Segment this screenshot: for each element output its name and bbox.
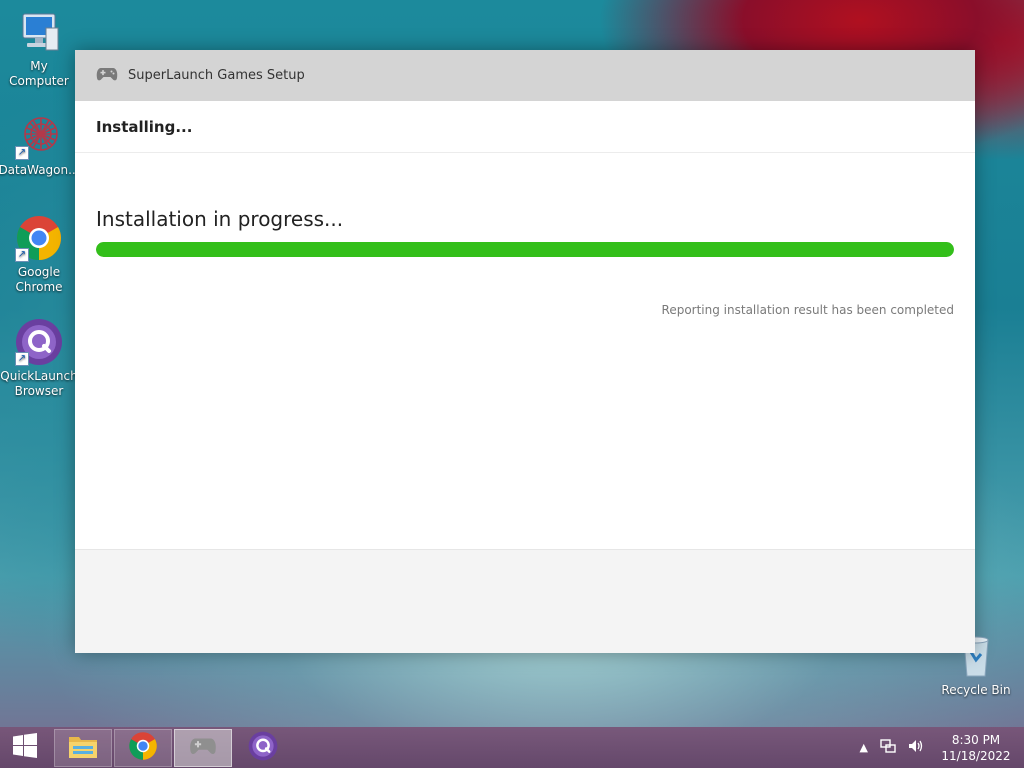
- desktop-icon-google-chrome[interactable]: ↗ Google Chrome: [0, 214, 78, 295]
- desktop-icon-quicklaunch-browser[interactable]: ↗ QuickLaunch Browser: [0, 318, 78, 399]
- gamepad-icon: [188, 736, 218, 760]
- shortcut-arrow-icon: ↗: [15, 146, 29, 160]
- status-text: Reporting installation result has been c…: [661, 303, 954, 317]
- progress-bar: [96, 242, 954, 257]
- desktop-icon-label: Google Chrome: [15, 265, 63, 294]
- folder-icon: [67, 732, 99, 764]
- desktop-icon-my-computer[interactable]: My Computer: [0, 8, 78, 89]
- setup-window: SuperLaunch Games Setup Installing... In…: [75, 50, 975, 653]
- taskbar: ▲ 8:30 PM 11/18/2022: [0, 727, 1024, 768]
- quicklaunch-icon: [248, 731, 278, 765]
- window-titlebar[interactable]: SuperLaunch Games Setup: [75, 50, 975, 101]
- volume-icon[interactable]: [908, 739, 924, 756]
- show-hidden-icons-chevron-icon[interactable]: ▲: [860, 741, 868, 754]
- taskbar-clock[interactable]: 8:30 PM 11/18/2022: [938, 732, 1014, 764]
- shortcut-arrow-icon: ↗: [15, 248, 29, 262]
- desktop-icon-label: QuickLaunch Browser: [0, 369, 78, 398]
- desktop-icon-datawagon[interactable]: ↗ DataWagon...: [0, 112, 80, 178]
- installer-step-header: Installing...: [75, 101, 975, 153]
- desktop-icon-label: DataWagon...: [0, 163, 80, 177]
- system-tray: ▲ 8:30 PM 11/18/2022: [854, 727, 1024, 768]
- chrome-icon: ↗: [15, 214, 63, 262]
- gamepad-icon: [96, 66, 118, 86]
- clock-time: 8:30 PM: [951, 732, 1001, 747]
- start-button[interactable]: [2, 729, 48, 767]
- shortcut-arrow-icon: ↗: [15, 352, 29, 366]
- taskbar-file-explorer[interactable]: [54, 728, 112, 767]
- desktop-icon-label: Recycle Bin: [941, 683, 1011, 697]
- clock-date: 11/18/2022: [941, 748, 1011, 763]
- chrome-icon: [128, 731, 158, 765]
- network-icon[interactable]: [880, 739, 896, 756]
- progress-title: Installation in progress...: [96, 207, 344, 231]
- taskbar-google-chrome[interactable]: [114, 728, 172, 767]
- installer-content: Installation in progress... Reporting in…: [75, 153, 975, 549]
- desktop-icon-label: My Computer: [9, 59, 69, 88]
- installer-footer: [75, 549, 975, 653]
- progress-bar-fill: [96, 242, 954, 257]
- datawagon-icon: ↗: [15, 112, 63, 160]
- taskbar-quicklaunch-browser[interactable]: [234, 729, 292, 767]
- windows-start-icon: [12, 732, 38, 763]
- computer-icon: [15, 8, 63, 56]
- taskbar-superlaunch-setup[interactable]: [174, 728, 232, 767]
- window-title: SuperLaunch Games Setup: [128, 68, 305, 83]
- quicklaunch-icon: ↗: [15, 318, 63, 366]
